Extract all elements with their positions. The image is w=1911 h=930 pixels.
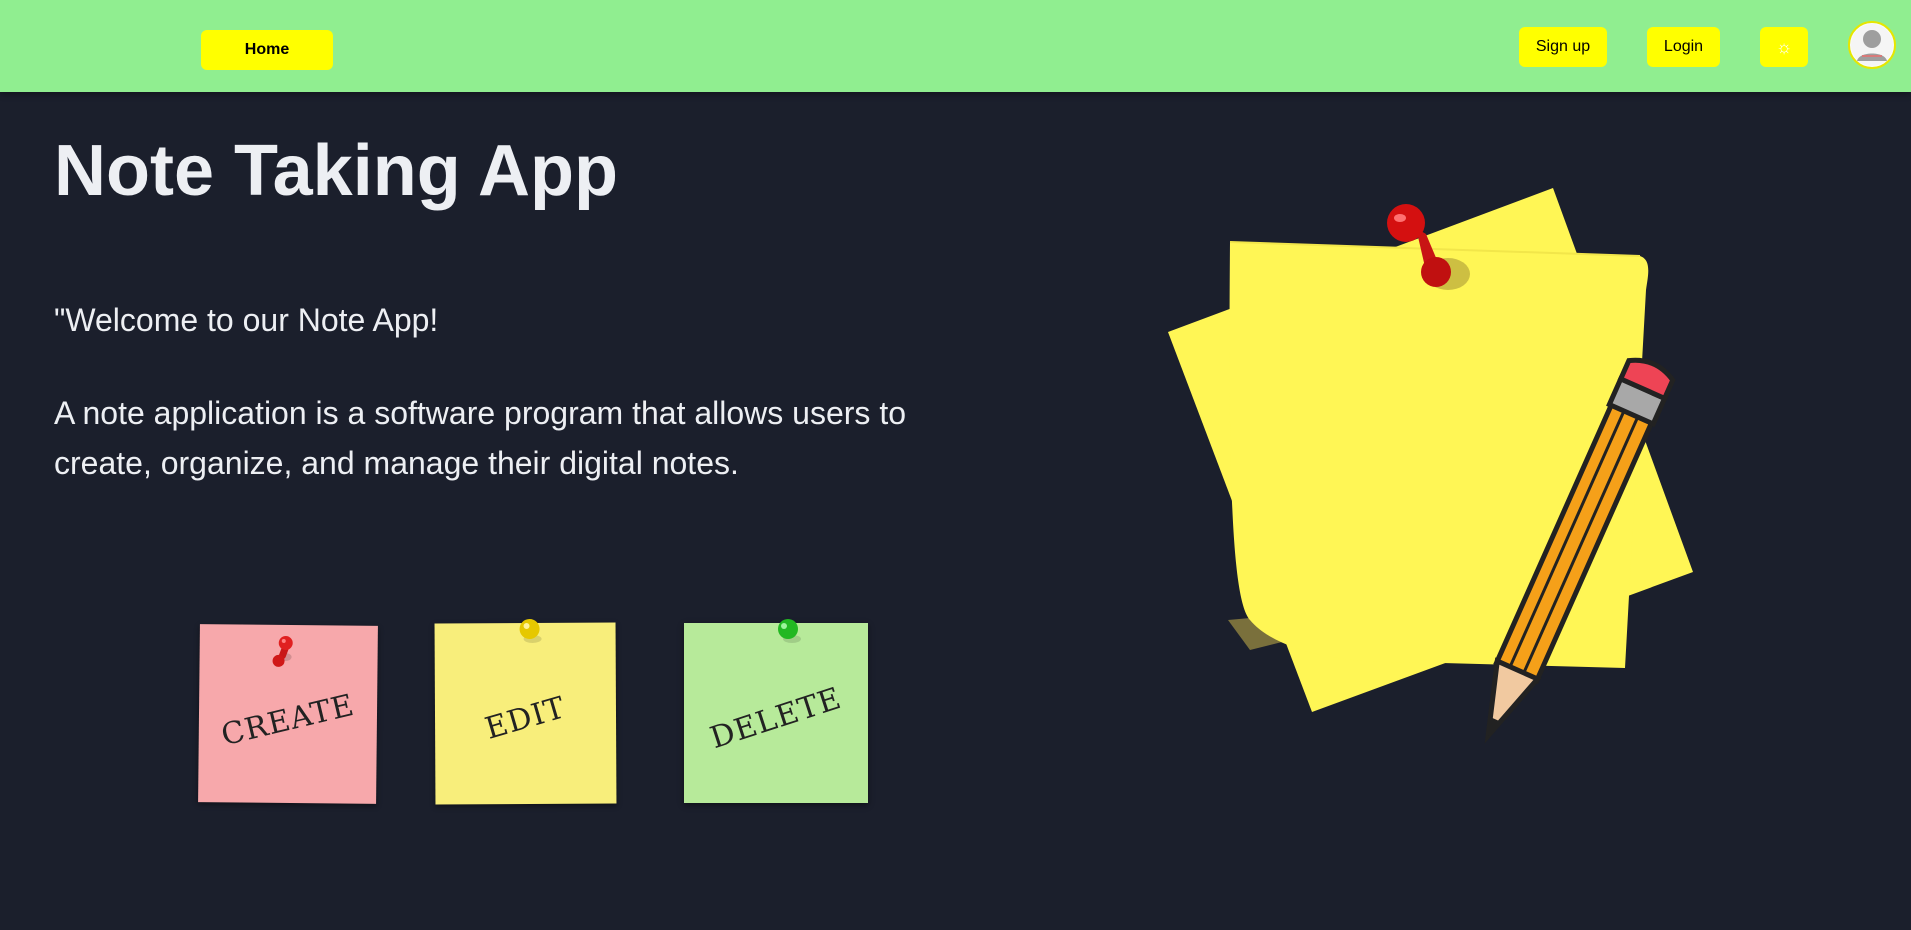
edit-note-label: EDIT	[481, 690, 570, 747]
theme-toggle-button[interactable]: ☼	[1760, 27, 1808, 67]
red-pushpin-icon	[272, 635, 293, 667]
page-title: Note Taking App	[54, 131, 618, 211]
green-pushpin-icon	[778, 619, 801, 643]
sun-icon: ☼	[1775, 36, 1793, 57]
yellow-pushpin-icon	[519, 618, 542, 643]
description-text: A note application is a software program…	[54, 395, 906, 481]
signup-button[interactable]: Sign up	[1519, 27, 1607, 67]
sticky-notes-with-pencil-illustration	[1168, 188, 1693, 744]
welcome-text: "Welcome to our Note App!	[54, 302, 439, 338]
user-avatar-icon[interactable]	[1848, 21, 1896, 69]
delete-note-card[interactable]: DELETE	[684, 619, 868, 803]
front-sticky-note	[1229, 241, 1649, 668]
create-note-label: CREATE	[218, 687, 358, 754]
navbar: Home Sign up Login ☼	[0, 0, 1911, 92]
delete-note-label: DELETE	[706, 680, 846, 757]
avatar-silhouette-icon	[1851, 24, 1893, 66]
home-button[interactable]: Home	[201, 30, 333, 70]
login-button[interactable]: Login	[1647, 27, 1720, 67]
edit-note-card[interactable]: EDIT	[434, 618, 617, 805]
create-note-card[interactable]: CREATE	[198, 624, 378, 804]
